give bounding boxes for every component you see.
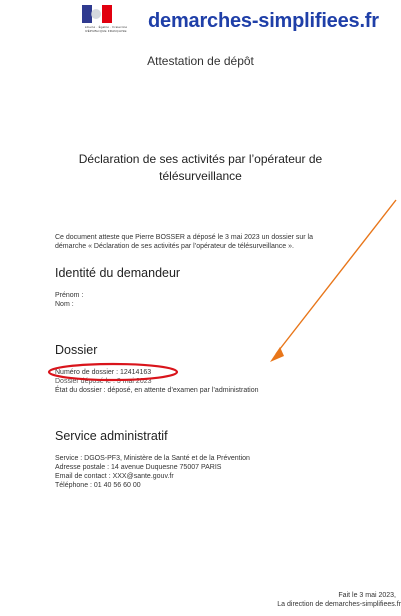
orange-arrow [275, 199, 397, 355]
arrow-head-icon [270, 347, 284, 362]
annotation-layer [47, 199, 397, 382]
highlight-ellipse [47, 362, 179, 382]
